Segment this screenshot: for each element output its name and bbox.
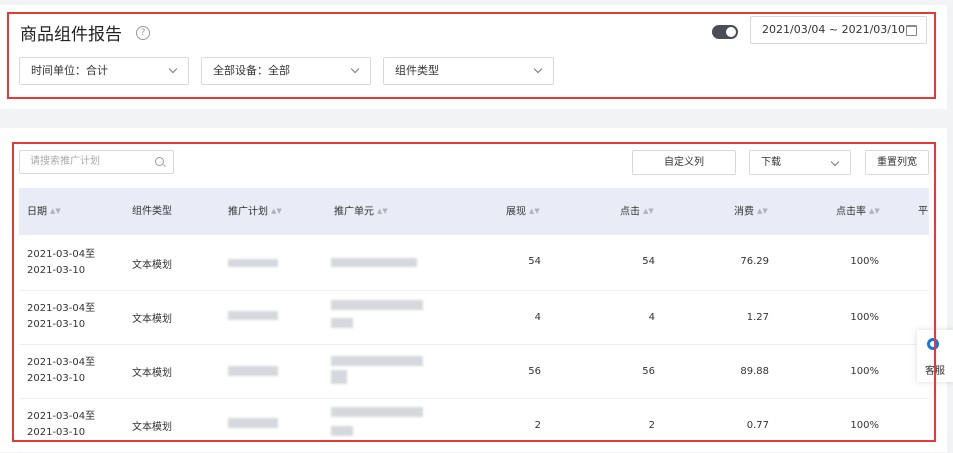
column-header-type: 组件类型 [132,188,172,235]
type-cell: 文本模划 [132,422,172,433]
chevron-down-icon [168,64,178,74]
ctr-cell: 100% [850,420,879,431]
redacted-unit [331,426,353,436]
cost-cell: 89.88 [740,366,769,377]
column-header-label: 推广计划 [228,206,268,218]
column-header-label: 推广单元 [334,206,374,218]
chevron-down-icon [830,157,840,167]
cost-cell: 0.77 [746,420,769,431]
type-cell: 文本模划 [132,260,172,271]
redacted-unit [331,407,423,417]
cost-cell: 76.29 [740,256,769,267]
sort-icon[interactable]: ▲▼ [50,188,61,235]
date-cell: 2021-03-04至2021-03-10 [27,249,96,276]
column-header-label: 消费 [734,206,754,218]
clicks-cell: 56 [642,366,655,377]
sort-icon[interactable]: ▲▼ [757,188,768,235]
redacted-unit [331,356,423,366]
column-header-label: 点击 [620,206,640,218]
date-cell: 2021-03-04至2021-03-10 [27,303,96,330]
search-input[interactable]: 请搜索推广计划 [19,150,174,174]
table-row: 2021-03-04至2021-03-10 文本模划 54 54 76.29 1… [19,236,929,291]
redacted-plan [228,311,278,320]
time-unit-select[interactable]: 时间单位：合计 [19,57,189,85]
impressions-cell: 2 [534,420,541,431]
device-value: 全部设备：全部 [213,64,290,77]
date-range-value: 2021/03/04 ~ 2021/03/10 [762,23,906,36]
sort-icon[interactable]: ▲▼ [377,188,388,235]
column-header-cost[interactable]: 消费 ▲▼ [734,188,768,236]
redacted-plan [228,366,278,376]
table-header: 日期 ▲▼ 组件类型 推广计划 ▲▼ 推广单元 ▲▼ 展现 ▲▼ 点击 ▲▼ 消费 ▲▼ 点… [19,188,929,235]
component-type-select[interactable]: 组件类型 [383,57,554,85]
table-row: 2021-03-04至2021-03-10 文本模划 2 2 0.77 100% [19,398,929,453]
sort-icon[interactable]: ▲▼ [643,188,654,235]
column-header-plan[interactable]: 推广计划 ▲▼ [228,188,282,236]
type-cell: 文本模划 [132,314,172,325]
ctr-cell: 100% [850,366,879,377]
chevron-down-icon [350,64,360,74]
column-header-clicks[interactable]: 点击 ▲▼ [620,188,654,236]
column-header-ctr[interactable]: 点击率 ▲▼ [836,188,880,236]
type-cell: 文本模划 [132,368,172,379]
search-placeholder: 请搜索推广计划 [30,156,100,167]
reset-column-width-button[interactable]: 重置列宽 [865,150,929,175]
redacted-unit [331,370,347,384]
customer-service-label: 客服 [925,366,945,377]
date-range-picker[interactable]: 2021/03/04 ~ 2021/03/10 [750,16,927,44]
download-select[interactable]: 下载 [749,150,851,175]
impressions-cell: 54 [528,256,541,267]
customer-service-button[interactable]: 客服 [917,330,953,382]
column-header-unit[interactable]: 推广单元 ▲▼ [334,188,388,236]
column-header-label: 组件类型 [132,206,172,217]
column-header-impressions[interactable]: 展现 ▲▼ [506,188,540,236]
time-unit-value: 时间单位：合计 [31,64,108,77]
redacted-plan [228,418,278,428]
date-cell: 2021-03-04至2021-03-10 [27,357,96,384]
redacted-unit [331,318,353,328]
search-icon [155,157,164,166]
redacted-unit [331,300,423,310]
column-header-label: 日期 [27,206,47,218]
sort-icon[interactable]: ▲▼ [869,188,880,235]
sort-icon[interactable]: ▲▼ [529,188,540,235]
component-type-value: 组件类型 [395,64,439,77]
chevron-down-icon [533,64,543,74]
redacted-plan [228,259,278,267]
clicks-cell: 2 [648,420,655,431]
cost-cell: 1.27 [746,312,769,323]
device-select[interactable]: 全部设备：全部 [201,57,371,85]
custom-columns-button[interactable]: 自定义列 [632,150,736,175]
column-header-label: 平 [918,206,928,217]
date-cell: 2021-03-04至2021-03-10 [27,411,96,438]
column-header-label: 展现 [506,206,526,218]
redacted-unit [331,258,417,267]
table-row: 2021-03-04至2021-03-10 文本模划 56 56 89.88 1… [19,344,929,399]
ctr-cell: 100% [850,256,879,267]
clicks-cell: 54 [642,256,655,267]
impressions-cell: 56 [528,366,541,377]
sort-icon[interactable]: ▲▼ [271,188,282,235]
calendar-icon [906,25,917,36]
compare-toggle[interactable] [712,25,738,39]
column-header-more: 平 [918,188,928,235]
clicks-cell: 4 [648,312,655,323]
toggle-knob [726,27,736,37]
column-header-label: 点击率 [836,206,866,218]
question-circle-icon[interactable]: ? [136,26,150,40]
ctr-cell: 100% [850,312,879,323]
page-title: 商品组件报告 [20,25,122,45]
headset-icon [927,338,939,350]
column-header-date[interactable]: 日期 ▲▼ [27,188,61,236]
impressions-cell: 4 [534,312,541,323]
table-row: 2021-03-04至2021-03-10 文本模划 4 4 1.27 100% [19,290,929,345]
download-label: 下载 [761,157,781,168]
